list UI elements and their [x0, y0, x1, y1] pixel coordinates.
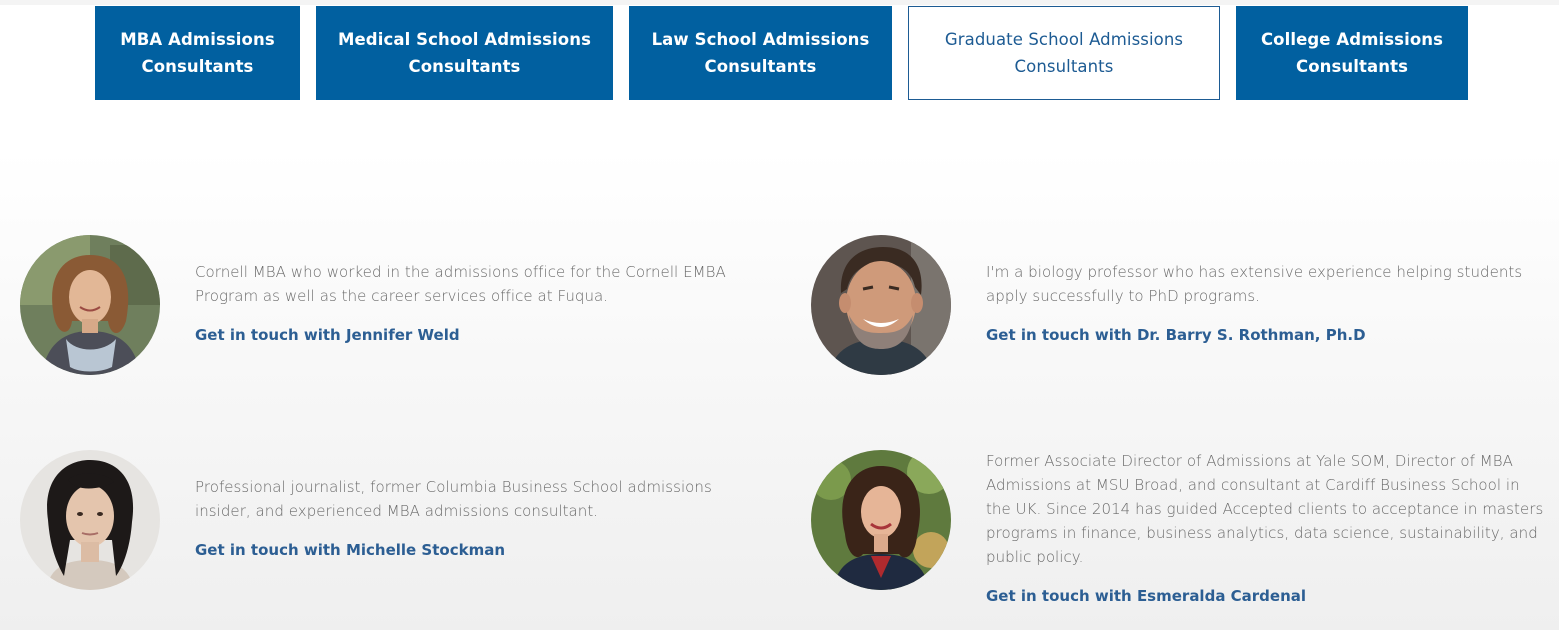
tab-label: Graduate School Admissions Consultants [944, 30, 1184, 76]
tab-label: MBA Admissions Consultants [120, 30, 275, 76]
tab-mba-admissions[interactable]: MBA Admissions Consultants [95, 6, 300, 100]
contact-link[interactable]: Get in touch with Jennifer Weld [195, 326, 460, 344]
consultant-bio: Cornell MBA who worked in the admissions… [195, 263, 726, 305]
tab-label: College Admissions Consultants [1260, 30, 1444, 76]
avatar [20, 235, 160, 375]
tab-college-admissions[interactable]: College Admissions Consultants [1236, 6, 1468, 100]
tab-label: Medical School Admissions Consultants [337, 30, 591, 76]
tab-medical-school-admissions[interactable]: Medical School Admissions Consultants [316, 6, 613, 100]
contact-link[interactable]: Get in touch with Esmeralda Cardenal [986, 587, 1306, 605]
avatar [811, 235, 951, 375]
tab-label: Law School Admissions Consultants [651, 30, 870, 76]
tab-graduate-school-admissions[interactable]: Graduate School Admissions Consultants [908, 6, 1220, 100]
consultant-bio: Former Associate Director of Admissions … [986, 452, 1544, 566]
top-strip [0, 0, 1559, 5]
contact-link[interactable]: Get in touch with Michelle Stockman [195, 541, 505, 559]
avatar [20, 450, 160, 590]
consultant-bio: I'm a biology professor who has extensiv… [986, 263, 1523, 305]
avatar [811, 450, 951, 590]
tab-law-school-admissions[interactable]: Law School Admissions Consultants [629, 6, 892, 100]
consultant-bio: Professional journalist, former Columbia… [195, 478, 712, 520]
contact-link[interactable]: Get in touch with Dr. Barry S. Rothman, … [986, 326, 1366, 344]
consultant-category-tabs: MBA Admissions Consultants Medical School… [0, 6, 1559, 100]
